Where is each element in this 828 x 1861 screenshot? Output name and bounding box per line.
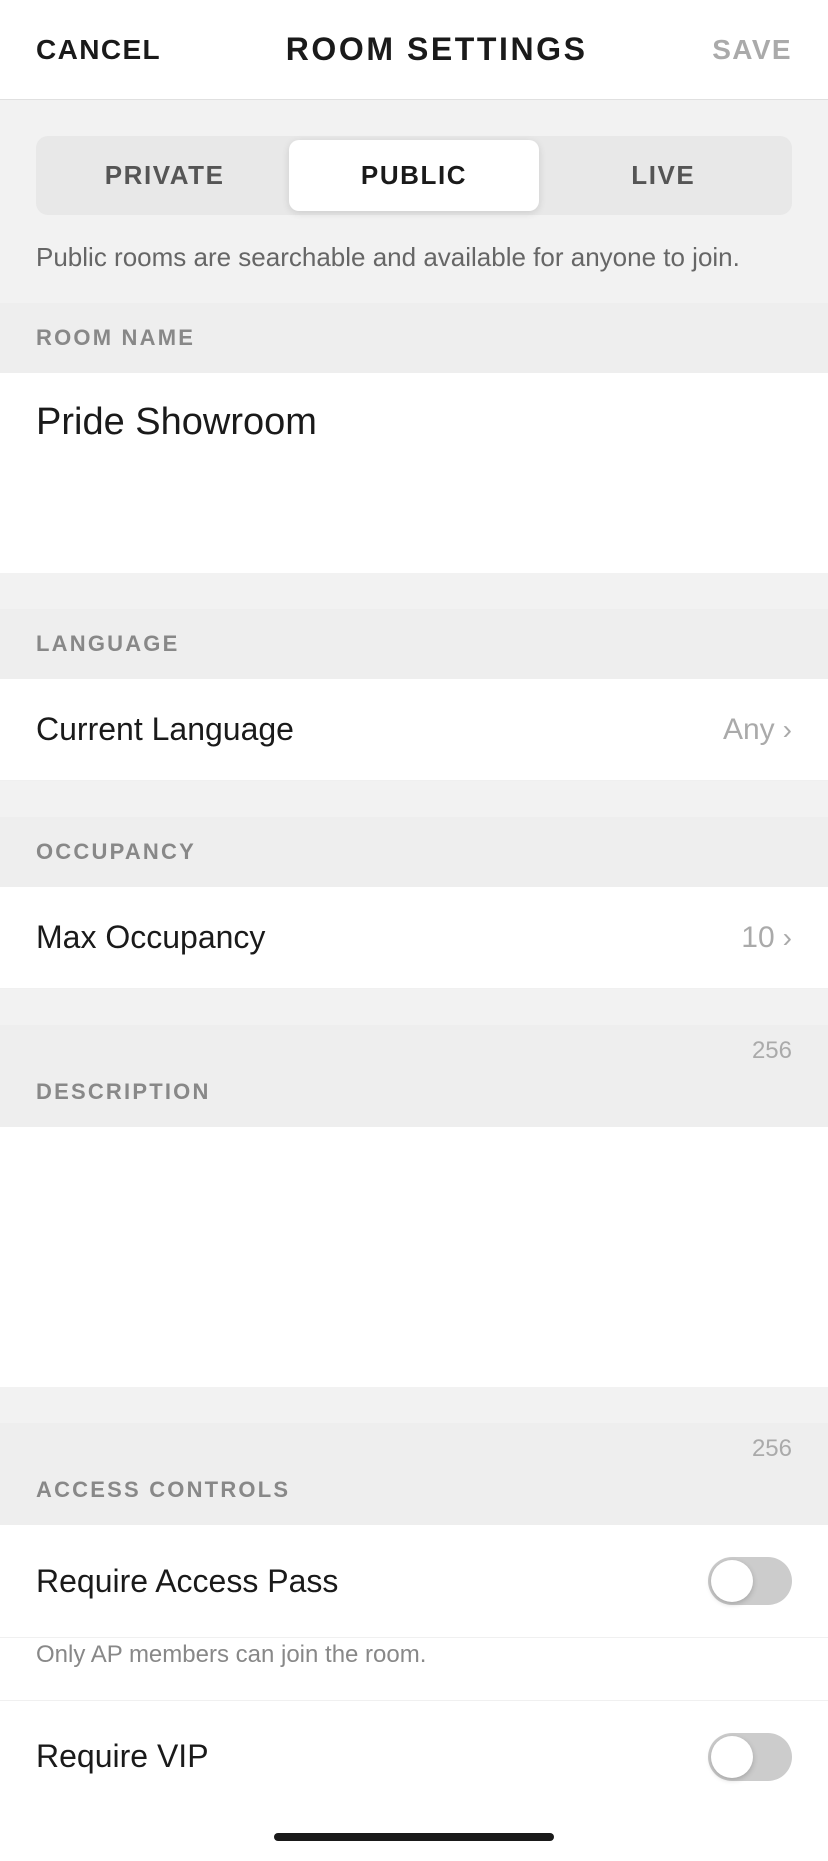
tab-bar: PRIVATE PUBLIC LIVE bbox=[36, 136, 792, 215]
tab-description: Public rooms are searchable and availabl… bbox=[36, 239, 792, 303]
gap-4 bbox=[0, 1387, 828, 1423]
description-section-header: DESCRIPTION bbox=[0, 1069, 828, 1127]
room-name-input-area[interactable]: Pride Showroom bbox=[0, 373, 828, 573]
description-char-count-row: 256 bbox=[0, 1025, 828, 1069]
language-section-header: LANGUAGE bbox=[0, 609, 828, 679]
gap-1 bbox=[0, 573, 828, 609]
save-button[interactable]: SAVE bbox=[712, 34, 792, 66]
toggle-knob-vip bbox=[711, 1736, 753, 1778]
description-char-count: 256 bbox=[752, 1037, 792, 1065]
page-title: ROOM SETTINGS bbox=[286, 31, 588, 68]
gap-2 bbox=[0, 781, 828, 817]
room-name-value: Pride Showroom bbox=[36, 401, 317, 443]
require-access-pass-toggle[interactable] bbox=[708, 1557, 792, 1605]
tab-live[interactable]: LIVE bbox=[539, 140, 788, 211]
occupancy-label: OCCUPANCY bbox=[36, 839, 196, 864]
occupancy-row-value: 10 › bbox=[741, 921, 792, 955]
description-label: DESCRIPTION bbox=[36, 1079, 211, 1104]
toggle-knob bbox=[711, 1560, 753, 1602]
require-vip-label: Require VIP bbox=[36, 1738, 209, 1775]
home-bar bbox=[274, 1833, 554, 1841]
language-label: LANGUAGE bbox=[36, 631, 180, 656]
room-name-label: ROOM NAME bbox=[36, 325, 195, 350]
tab-private[interactable]: PRIVATE bbox=[40, 140, 289, 211]
cancel-button[interactable]: CANCEL bbox=[36, 34, 161, 66]
access-pass-sub-desc: Only AP members can join the room. bbox=[0, 1638, 828, 1700]
tab-public[interactable]: PUBLIC bbox=[289, 140, 538, 211]
require-vip-toggle[interactable] bbox=[708, 1733, 792, 1781]
description-input-area[interactable] bbox=[0, 1127, 828, 1387]
access-controls-char-count: 256 bbox=[752, 1435, 792, 1463]
tab-section: PRIVATE PUBLIC LIVE Public rooms are sea… bbox=[0, 100, 828, 303]
access-controls-label: ACCESS CONTROLS bbox=[36, 1477, 290, 1502]
occupancy-row-label: Max Occupancy bbox=[36, 919, 265, 956]
language-row-value: Any › bbox=[723, 713, 792, 747]
access-controls-section-header: ACCESS CONTROLS bbox=[0, 1467, 828, 1525]
require-access-pass-label: Require Access Pass bbox=[36, 1563, 338, 1600]
occupancy-section-header: OCCUPANCY bbox=[0, 817, 828, 887]
gap-3 bbox=[0, 989, 828, 1025]
chevron-right-icon: › bbox=[783, 714, 792, 746]
home-indicator bbox=[0, 1813, 828, 1861]
header: CANCEL ROOM SETTINGS SAVE bbox=[0, 0, 828, 100]
chevron-right-icon: › bbox=[783, 922, 792, 954]
access-controls-char-count-row: 256 bbox=[0, 1423, 828, 1467]
language-row[interactable]: Current Language Any › bbox=[0, 679, 828, 781]
room-name-section-header: ROOM NAME bbox=[0, 303, 828, 373]
require-vip-row: Require VIP bbox=[0, 1700, 828, 1813]
language-row-label: Current Language bbox=[36, 711, 294, 748]
occupancy-row[interactable]: Max Occupancy 10 › bbox=[0, 887, 828, 989]
require-access-pass-row: Require Access Pass bbox=[0, 1525, 828, 1638]
